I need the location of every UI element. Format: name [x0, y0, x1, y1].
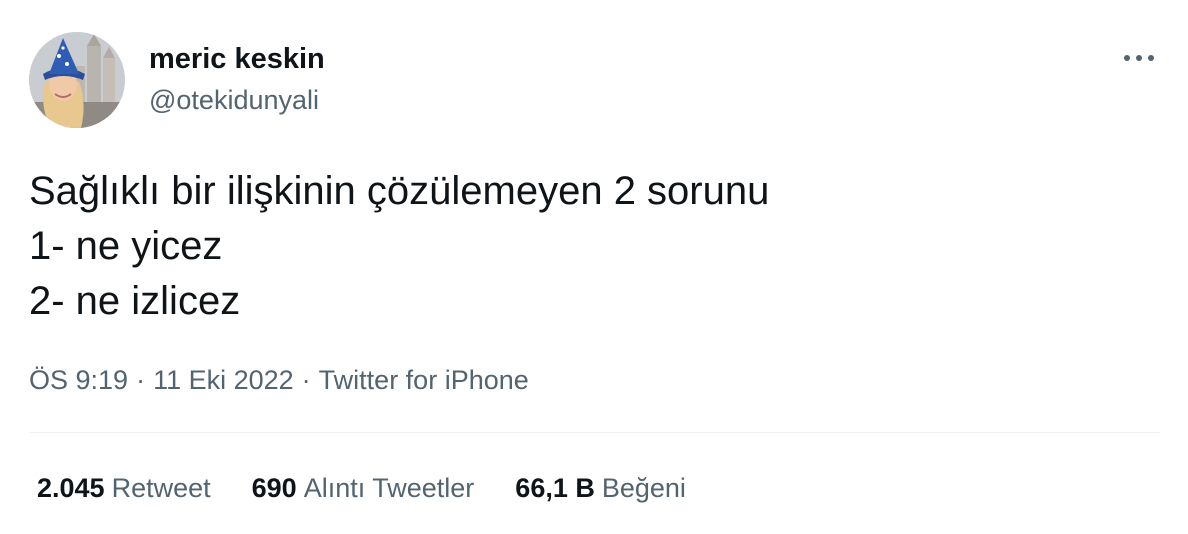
- likes-stat[interactable]: 66,1 B Beğeni: [515, 471, 686, 505]
- tweet-metadata: ÖS 9:19 · 11 Eki 2022 · Twitter for iPhone: [29, 363, 529, 397]
- author-name[interactable]: meric keskin: [149, 42, 325, 76]
- tweet-time-link[interactable]: ÖS 9:19: [29, 365, 128, 395]
- author-avatar[interactable]: [29, 32, 125, 128]
- tweet-source-link[interactable]: Twitter for iPhone: [319, 365, 529, 395]
- likes-label: Beğeni: [601, 473, 686, 503]
- more-options-button[interactable]: [1118, 40, 1160, 76]
- tweet-card: meric keskin @otekidunyali Sağlıklı bir …: [0, 0, 1188, 534]
- author-handle[interactable]: @otekidunyali: [149, 84, 319, 116]
- quote-tweets-stat[interactable]: 690 Alıntı Tweetler: [252, 471, 475, 505]
- quote-tweets-count: 690: [251, 473, 297, 503]
- retweets-stat[interactable]: 2.045 Retweet: [37, 471, 211, 505]
- divider: [29, 432, 1160, 433]
- likes-count: 66,1 B: [515, 473, 595, 503]
- more-horizontal-icon: [1124, 55, 1154, 61]
- retweets-count: 2.045: [37, 473, 105, 503]
- separator-dot: ·: [136, 365, 146, 395]
- tweet-date-link[interactable]: 11 Eki 2022: [153, 365, 294, 395]
- tweet-text: Sağlıklı bir ilişkinin çözülemeyen 2 sor…: [29, 169, 770, 323]
- retweets-label: Retweet: [111, 473, 211, 503]
- profile-photo-icon: [29, 32, 125, 128]
- quote-tweets-label: Alıntı Tweetler: [303, 473, 475, 503]
- separator-dot: ·: [301, 365, 311, 395]
- engagement-stats: 2.045 Retweet 690 Alıntı Tweetler 66,1 B Be…: [37, 471, 727, 505]
